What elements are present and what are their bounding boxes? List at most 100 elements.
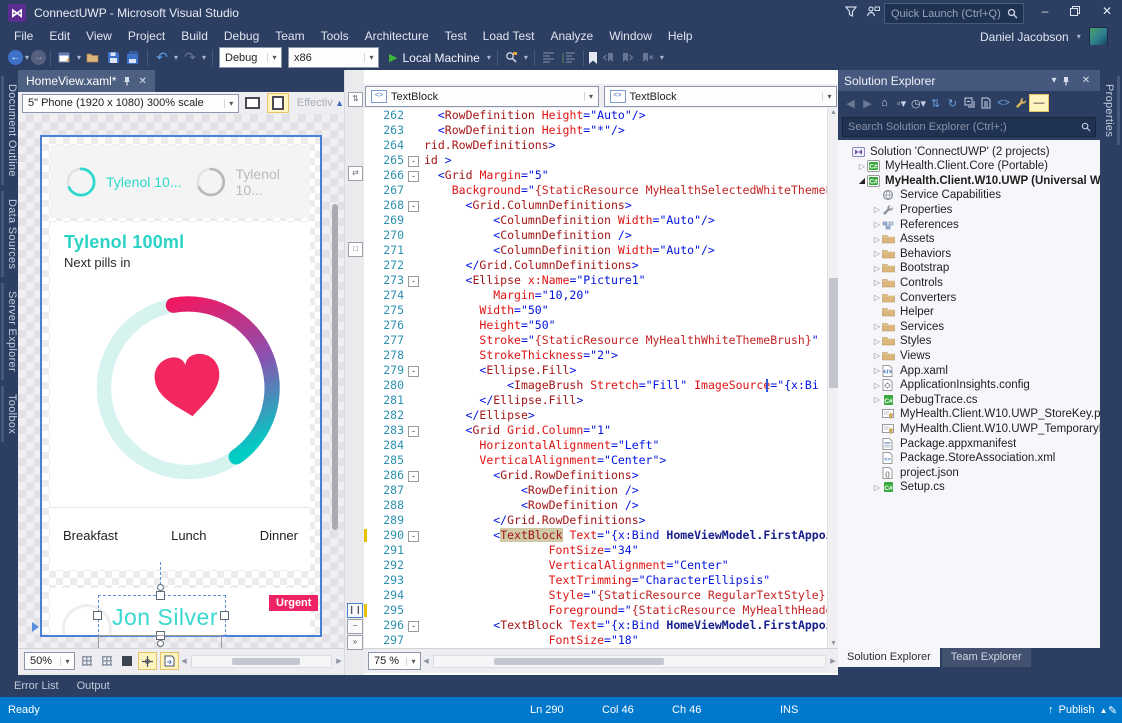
refresh-icon[interactable]: ↻ xyxy=(944,95,961,112)
code-line[interactable]: 272 </Grid.ColumnDefinitions> xyxy=(364,258,827,273)
code-line[interactable]: 284 HorizontalAlignment="Left" xyxy=(364,438,827,453)
status-column[interactable]: Col 46 xyxy=(602,704,634,716)
close-button[interactable]: ✕ xyxy=(1094,0,1120,22)
code-line[interactable]: 292 VerticalAlignment="Center" xyxy=(364,558,827,573)
toolbar-overflow-icon[interactable]: ▾ xyxy=(658,53,666,62)
solution-explorer-header[interactable]: Solution Explorer ▾ ✕ xyxy=(838,70,1100,91)
undo-icon[interactable]: ↶ xyxy=(152,49,172,67)
show-all-files-icon[interactable] xyxy=(978,95,995,112)
designer-zoom-combo[interactable]: 50% ▾ xyxy=(24,652,75,670)
next-bookmark-icon[interactable] xyxy=(618,49,638,67)
code-line[interactable]: 295 Foreground="{StaticResource MyHealth… xyxy=(364,603,827,618)
tree-item[interactable]: MyHealth.Client.W10.UWP_TemporaryKey.pfx xyxy=(838,421,1100,436)
menu-file[interactable]: File xyxy=(6,28,41,44)
expand-pane-button[interactable]: » xyxy=(347,635,363,650)
sidebar-tab-properties[interactable]: Properties xyxy=(1101,76,1120,145)
code-line[interactable]: 273- <Ellipse x:Name="Picture1" xyxy=(364,273,827,288)
fold-collapse-icon[interactable]: - xyxy=(408,276,419,287)
tree-item[interactable]: Helper xyxy=(838,305,1100,320)
fold-collapse-icon[interactable]: - xyxy=(408,471,419,482)
new-project-icon[interactable] xyxy=(55,49,75,67)
fold-collapse-icon[interactable]: - xyxy=(408,201,419,212)
urgent-badge[interactable]: Urgent xyxy=(269,595,318,611)
code-line[interactable]: 262 <RowDefinition Height="Auto"/> xyxy=(364,108,827,123)
menu-build[interactable]: Build xyxy=(173,28,216,44)
open-file-icon[interactable] xyxy=(83,49,103,67)
menu-edit[interactable]: Edit xyxy=(41,28,78,44)
tree-item[interactable]: ▷References xyxy=(838,217,1100,232)
tree-item[interactable]: ▷App.xaml xyxy=(838,363,1100,378)
menu-help[interactable]: Help xyxy=(660,28,701,44)
chevron-down-icon[interactable]: ▾ xyxy=(1046,75,1062,86)
code-line[interactable]: 270 <ColumnDefinition /> xyxy=(364,228,827,243)
bottom-tab-error-list[interactable]: Error List xyxy=(14,680,59,692)
medication-subtitle[interactable]: Next pills in xyxy=(64,255,130,270)
snaplines-toggle-icon[interactable] xyxy=(138,652,157,670)
medication-title[interactable]: Tylenol 100ml xyxy=(64,232,184,253)
collapsed-arrow-icon[interactable]: ▷ xyxy=(872,205,882,214)
collapsed-arrow-icon[interactable]: ▷ xyxy=(872,220,882,229)
menu-tools[interactable]: Tools xyxy=(313,28,357,44)
properties-wrench-icon[interactable] xyxy=(1012,95,1029,112)
tree-item[interactable]: ▷Properties xyxy=(838,202,1100,217)
update-on-artboard-icon[interactable] xyxy=(160,652,179,670)
expanded-arrow-icon[interactable]: ◢ xyxy=(857,176,867,185)
status-insert-mode[interactable]: INS xyxy=(780,704,798,716)
switch-views-icon[interactable]: ◦▾ xyxy=(893,95,910,112)
search-icon[interactable] xyxy=(1081,122,1095,132)
code-line[interactable]: 263 <RowDefinition Height="*"/> xyxy=(364,123,827,138)
avatar[interactable] xyxy=(1089,27,1108,46)
navigate-forward-button[interactable]: → xyxy=(31,50,46,65)
medication-pill-item[interactable]: Tylenol 10... xyxy=(64,145,182,218)
code-line[interactable]: 279- <Ellipse.Fill> xyxy=(364,363,827,378)
design-canvas[interactable]: Tylenol 10...Tylenol 10... Tylenol 100ml… xyxy=(18,114,344,648)
code-line[interactable]: 278 StrokeThickness="2"> xyxy=(364,348,827,363)
toolbar-options-grip-icon[interactable]: ▾ xyxy=(522,53,530,62)
home-icon[interactable]: ⌂ xyxy=(876,95,893,112)
status-character[interactable]: Ch 46 xyxy=(672,704,701,716)
collapsed-arrow-icon[interactable]: ▷ xyxy=(872,278,882,287)
portrait-orientation-button[interactable] xyxy=(267,93,289,113)
send-feedback-icon[interactable] xyxy=(866,5,884,21)
user-account[interactable]: Daniel Jacobson ▾ xyxy=(980,27,1108,46)
vertical-split-button[interactable]: ❙❙ xyxy=(347,603,363,618)
code-area[interactable]: 262 <RowDefinition Height="Auto"/>263 <R… xyxy=(364,108,827,648)
meal-label-breakfast[interactable]: Breakfast xyxy=(63,528,118,543)
status-line[interactable]: Ln 290 xyxy=(530,704,564,716)
format-selection-icon[interactable] xyxy=(559,49,579,67)
feedback-funnel-icon[interactable] xyxy=(845,5,863,21)
new-project-dropdown-icon[interactable]: ▾ xyxy=(75,53,83,62)
anchor-handle-top[interactable] xyxy=(157,584,164,591)
phone-preview-frame[interactable]: Tylenol 10...Tylenol 10... Tylenol 100ml… xyxy=(40,135,322,637)
fold-collapse-icon[interactable]: - xyxy=(408,426,419,437)
code-line[interactable]: 286- <Grid.RowDefinitions> xyxy=(364,468,827,483)
publish-button[interactable]: ↑ Publish ▲ xyxy=(1048,704,1108,716)
collapse-pane-icon[interactable]: ▲ xyxy=(335,98,344,108)
code-line[interactable]: 274 Margin="10,20" xyxy=(364,288,827,303)
resize-handle-right[interactable] xyxy=(220,611,229,620)
save-icon[interactable] xyxy=(103,49,123,67)
code-line[interactable]: 276 Height="50" xyxy=(364,318,827,333)
navigate-back-button[interactable]: ← xyxy=(8,50,23,65)
pin-icon[interactable] xyxy=(1062,76,1078,86)
back-icon[interactable]: ◀ xyxy=(842,95,859,112)
navigate-back-dropdown-icon[interactable]: ▾ xyxy=(23,53,31,62)
minimize-button[interactable]: – xyxy=(1032,0,1058,22)
show-grid-icon[interactable] xyxy=(78,653,95,669)
code-line[interactable]: 265-id > xyxy=(364,153,827,168)
tab-homeview-xaml[interactable]: HomeView.xaml* ✕ xyxy=(18,70,155,92)
resize-handle-left[interactable] xyxy=(93,611,102,620)
menu-architecture[interactable]: Architecture xyxy=(357,28,437,44)
scroll-left-icon[interactable]: ◀ xyxy=(179,657,189,665)
find-in-files-icon[interactable] xyxy=(502,49,522,67)
menu-window[interactable]: Window xyxy=(601,28,660,44)
previous-bookmark-icon[interactable] xyxy=(598,49,618,67)
tree-item[interactable]: ▷Views xyxy=(838,348,1100,363)
preview-selected-items-button[interactable]: — xyxy=(1029,94,1049,112)
tree-item[interactable]: <>Package.StoreAssociation.xml xyxy=(838,451,1100,466)
tree-item[interactable]: ▷C#DebugTrace.cs xyxy=(838,392,1100,407)
code-line[interactable]: 271 <ColumnDefinition Width="Auto"/> xyxy=(364,243,827,258)
designer-code-splitter[interactable]: ⇅ ⇄ □ ❙❙ − » xyxy=(344,70,366,675)
navbar-type-combo[interactable]: <> TextBlock ▾ xyxy=(365,86,599,107)
toggle-bookmark-icon[interactable] xyxy=(588,52,598,64)
